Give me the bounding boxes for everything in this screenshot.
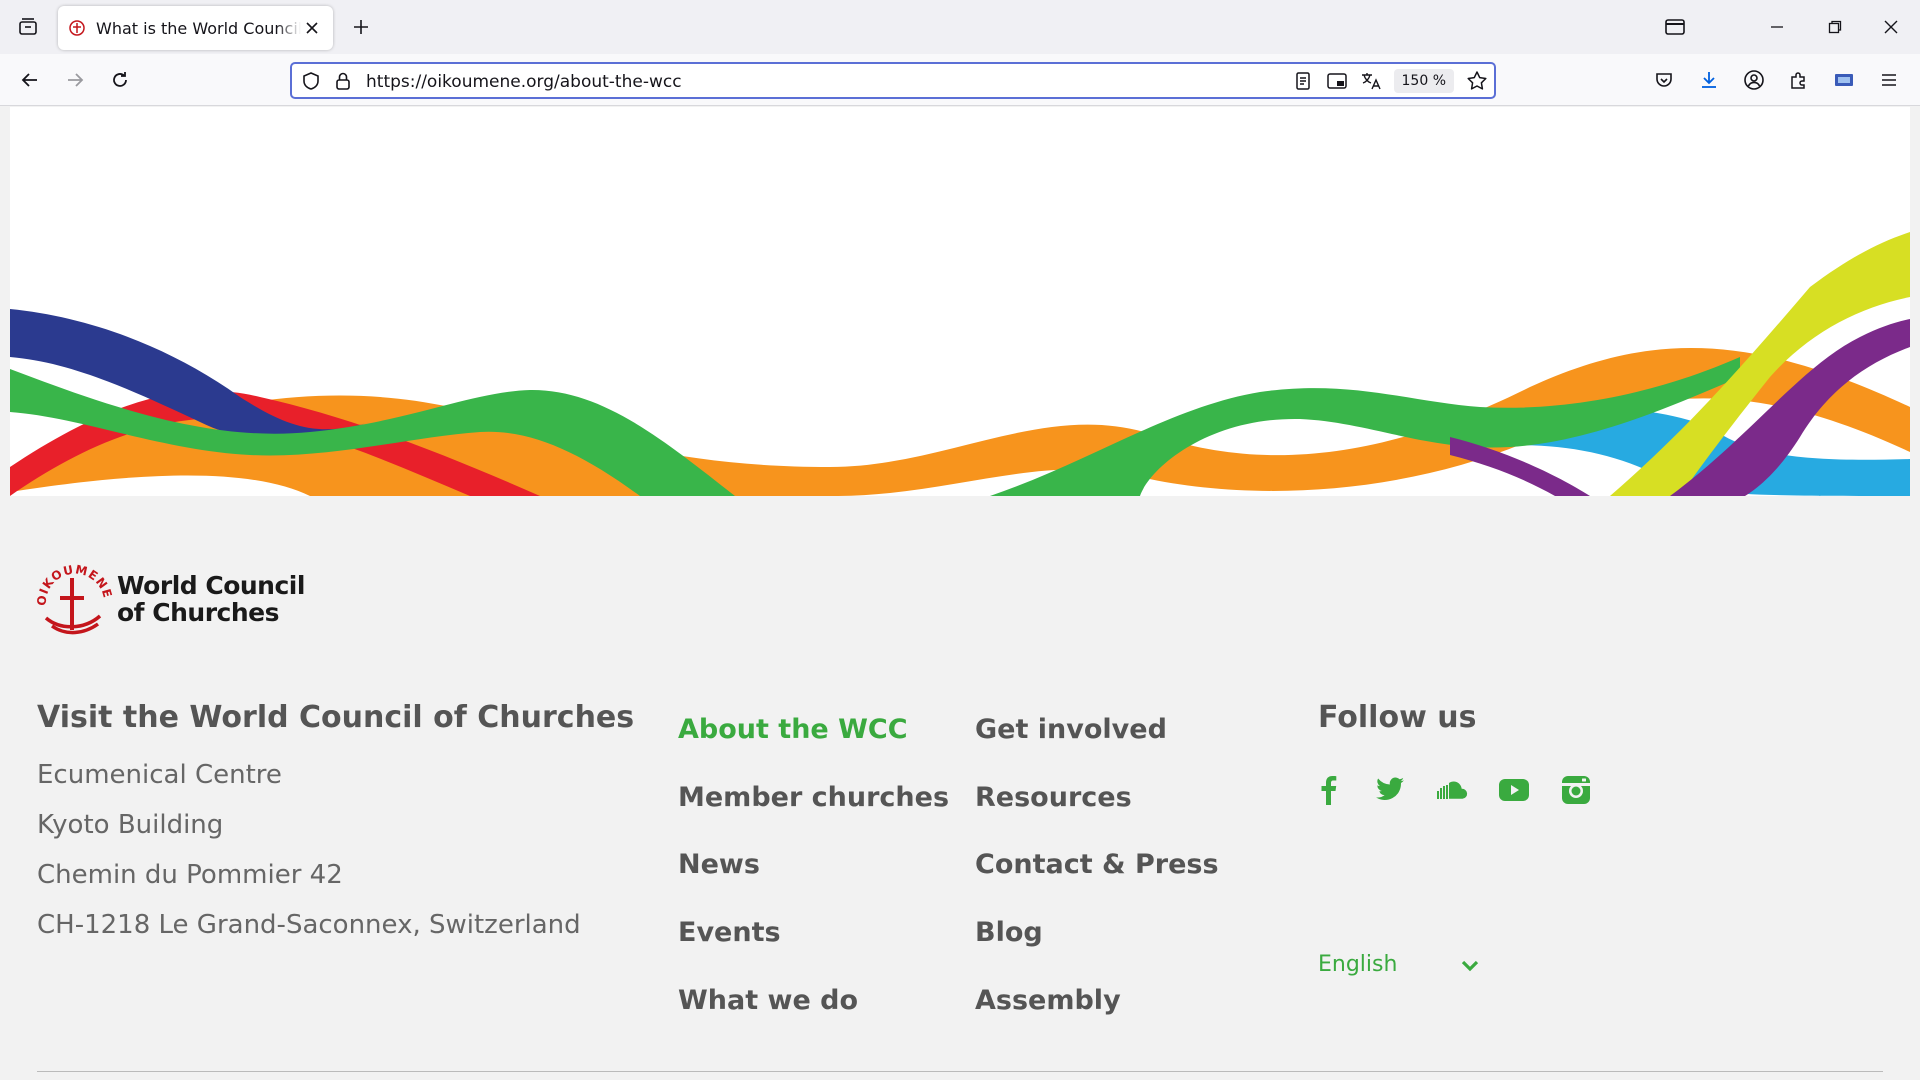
- screen-extension-icon: [1835, 74, 1853, 86]
- back-button[interactable]: [12, 62, 48, 98]
- cross-icon: [60, 578, 84, 630]
- colored-waves-illustration: [10, 232, 1910, 497]
- puzzle-icon: [1791, 72, 1805, 89]
- footer-divider: [37, 1071, 1883, 1072]
- list-all-tabs-button[interactable]: [8, 7, 48, 47]
- extension-button[interactable]: [1826, 62, 1862, 98]
- window-icon: [1665, 19, 1685, 35]
- soundcloud-icon: [1437, 781, 1468, 799]
- minimize-icon: [1771, 26, 1783, 28]
- account-icon: [1744, 70, 1764, 90]
- chevron-down-icon: [1461, 960, 1479, 972]
- plus-icon: [354, 20, 368, 34]
- translate-icon[interactable]: [1360, 70, 1382, 92]
- reader-view-icon[interactable]: [1292, 70, 1314, 92]
- facebook-link[interactable]: [1310, 772, 1346, 808]
- footer-link-contact-press[interactable]: Contact & Press: [975, 849, 1219, 880]
- close-icon: [1884, 20, 1898, 34]
- restore-icon: [1828, 20, 1842, 34]
- url-text[interactable]: https://oikoumene.org/about-the-wcc: [366, 72, 682, 92]
- tracking-shield-icon[interactable]: [300, 70, 322, 92]
- account-button[interactable]: [1736, 62, 1772, 98]
- tab-title: What is the World Council of Churches: [96, 18, 301, 38]
- picture-in-picture-icon[interactable]: [1326, 70, 1348, 92]
- follow-heading: Follow us: [1318, 700, 1477, 735]
- pocket-button[interactable]: [1646, 62, 1682, 98]
- reload-icon: [113, 72, 127, 87]
- instagram-icon: [1562, 776, 1590, 804]
- arrow-right-icon: [68, 73, 84, 87]
- language-selected: English: [1318, 952, 1398, 977]
- browser-tab-bar: What is the World Council of Churches: [0, 0, 1920, 54]
- language-select[interactable]: English: [1318, 950, 1498, 982]
- address-bar[interactable]: https://oikoumene.org/about-the-wcc 150 …: [290, 62, 1496, 99]
- hamburger-menu-icon: [1882, 74, 1896, 86]
- reload-button[interactable]: [102, 62, 138, 98]
- zoom-level-button[interactable]: 150 %: [1393, 69, 1454, 93]
- close-tab-button[interactable]: [301, 17, 323, 39]
- instagram-link[interactable]: [1558, 772, 1594, 808]
- browser-nav-bar: https://oikoumene.org/about-the-wcc 150 …: [0, 54, 1920, 106]
- lock-icon[interactable]: [332, 70, 354, 92]
- pocket-icon: [1656, 73, 1672, 87]
- download-icon: [1702, 72, 1716, 88]
- close-window-button[interactable]: [1864, 0, 1918, 54]
- footer-link-member-churches[interactable]: Member churches: [678, 782, 949, 813]
- new-tab-button[interactable]: [344, 10, 378, 44]
- youtube-link[interactable]: [1496, 772, 1532, 808]
- address-line: Ecumenical Centre: [37, 760, 282, 790]
- twitter-icon: [1376, 777, 1404, 800]
- tab-list-icon: [19, 18, 37, 35]
- arrow-left-icon: [21, 73, 37, 87]
- close-icon: [306, 22, 318, 34]
- facebook-icon: [1321, 776, 1337, 805]
- footer-link-news[interactable]: News: [678, 849, 760, 880]
- downloads-button[interactable]: [1691, 62, 1727, 98]
- soundcloud-link[interactable]: [1434, 772, 1470, 808]
- bookmark-star-icon[interactable]: [1466, 70, 1488, 92]
- visit-heading: Visit the World Council of Churches: [37, 700, 635, 735]
- minimize-button[interactable]: [1750, 0, 1804, 54]
- view-window-button[interactable]: [1648, 0, 1702, 54]
- browser-tab-active[interactable]: What is the World Council of Churches: [58, 6, 333, 50]
- restore-button[interactable]: [1808, 0, 1862, 54]
- forward-button[interactable]: [57, 62, 93, 98]
- address-line: Chemin du Pommier 42: [37, 860, 343, 890]
- menu-button[interactable]: [1871, 62, 1907, 98]
- extensions-button[interactable]: [1781, 62, 1817, 98]
- address-line: CH-1218 Le Grand-Saconnex, Switzerland: [37, 910, 581, 940]
- logo-text: World Council of Churches: [117, 571, 305, 627]
- footer-link-blog[interactable]: Blog: [975, 917, 1043, 948]
- footer-link-assembly[interactable]: Assembly: [975, 985, 1121, 1016]
- footer-link-get-involved[interactable]: Get involved: [975, 714, 1167, 745]
- footer-link-about-the-wcc[interactable]: About the WCC: [678, 714, 908, 745]
- wcc-favicon-icon: [69, 20, 85, 36]
- footer-link-events[interactable]: Events: [678, 917, 781, 948]
- footer-link-what-we-do[interactable]: What we do: [678, 985, 858, 1016]
- youtube-icon: [1499, 779, 1529, 801]
- twitter-link[interactable]: [1372, 772, 1408, 808]
- address-line: Kyoto Building: [37, 810, 224, 840]
- hero-waves-banner: [10, 107, 1910, 497]
- footer-link-resources[interactable]: Resources: [975, 782, 1132, 813]
